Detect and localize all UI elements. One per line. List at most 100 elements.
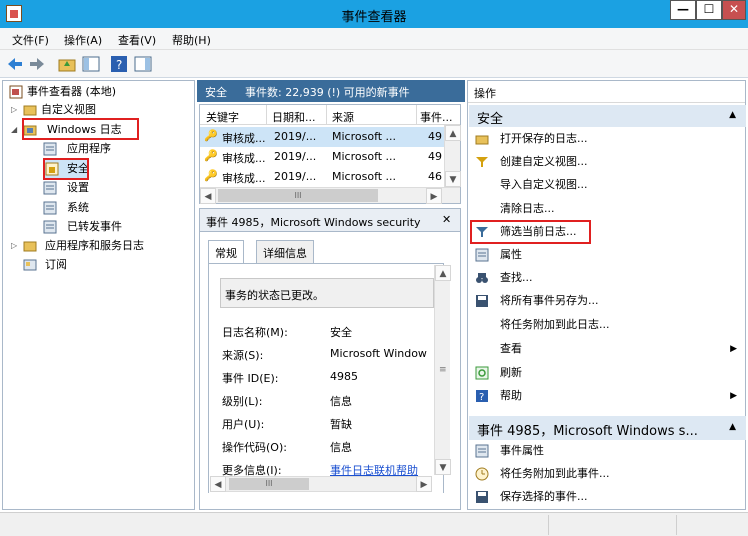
menu-action[interactable]: 操作(A) (64, 32, 102, 48)
event-list-hscroll[interactable]: ◀ III ▶ (200, 187, 460, 204)
event-list: 关键字 日期和... 来源 事件... 🔑 审核成... 2019/... Mi… (199, 104, 461, 204)
menu-help[interactable]: 帮助(H) (172, 32, 211, 48)
scroll-left-icon[interactable]: ◀ (200, 188, 216, 204)
actions-title-bar: 操作 (468, 81, 745, 103)
event-count: 事件数: 22,939 (!) 可用的新事件 (245, 86, 410, 99)
tree-label-custom-views: 自定义视图 (41, 103, 96, 116)
scroll-down-icon[interactable]: ▼ (445, 171, 461, 187)
label-log-name: 日志名称(M): (222, 326, 288, 339)
column-event-id[interactable]: 事件... (420, 109, 453, 125)
action-label: 将任务附加到此日志... (500, 318, 610, 331)
scroll-up-icon[interactable]: ▲ (445, 125, 461, 141)
scroll-left-icon[interactable]: ◀ (210, 476, 226, 492)
forward-icon[interactable] (28, 55, 46, 73)
event-message: 事务的状态已更改。 (225, 289, 324, 302)
actions-section-security[interactable]: 安全 ▲ (469, 105, 746, 127)
table-row[interactable]: 🔑 审核成... 2019/... Microsoft ... 49 (200, 127, 444, 147)
scroll-right-icon[interactable]: ▶ (416, 476, 432, 492)
action-label: 帮助 (500, 389, 522, 402)
action-refresh[interactable]: 刷新 (468, 362, 745, 384)
column-keywords[interactable]: 关键字 (206, 109, 239, 125)
maximize-button[interactable]: ☐ (696, 0, 722, 20)
menu-view[interactable]: 查看(V) (118, 32, 156, 48)
action-create-custom-view[interactable]: 创建自定义视图... (468, 151, 745, 173)
scroll-right-icon[interactable]: ▶ (426, 188, 442, 204)
tree-label-application: 应用程序 (67, 142, 111, 155)
submenu-arrow-icon: ▶ (730, 391, 737, 401)
cell-date: 2019/... (274, 170, 317, 183)
column-date[interactable]: 日期和... (272, 109, 316, 125)
task-icon (475, 467, 489, 481)
action-save-all-events-as[interactable]: 将所有事件另存为... (468, 290, 745, 312)
menu-file[interactable]: 文件(F) (12, 32, 49, 48)
back-icon[interactable] (6, 55, 24, 73)
log-header: 安全 事件数: 22,939 (!) 可用的新事件 (197, 80, 465, 102)
tree-label-setup: 设置 (67, 181, 89, 194)
collapse-icon[interactable]: ▲ (729, 110, 736, 120)
event-properties-icon (475, 444, 489, 458)
scroll-up-icon[interactable]: ▲ (435, 265, 451, 281)
action-find[interactable]: 查找... (468, 267, 745, 289)
label-opcode: 操作代码(O): (222, 441, 287, 454)
folder-up-icon[interactable] (58, 55, 76, 73)
tab-general[interactable]: 常规 (208, 240, 244, 264)
action-save-selected-events[interactable]: 保存选择的事件... (468, 486, 745, 508)
table-row[interactable]: 🔑 审核成... 2019/... Microsoft ... 49 (200, 147, 444, 167)
action-attach-task-to-log[interactable]: 将任务附加到此日志... (468, 314, 745, 336)
help-icon[interactable]: ? (110, 55, 128, 73)
event-detail-header: 事件 4985，Microsoft Windows security ✕ (199, 208, 461, 232)
log-icon (43, 201, 57, 215)
cell-event-id: 49 (428, 150, 442, 163)
cell-date: 2019/... (274, 130, 317, 143)
action-label: 创建自定义视图... (500, 155, 588, 168)
hscroll-thumb[interactable]: III (218, 189, 378, 202)
status-divider (548, 515, 549, 535)
folder-icon (23, 241, 37, 252)
action-event-properties[interactable]: 事件属性 (468, 440, 745, 462)
value-event-id: 4985 (330, 370, 358, 383)
action-open-saved-log[interactable]: 打开保存的日志... (468, 128, 745, 150)
value-user: 暂缺 (330, 418, 352, 431)
table-row[interactable]: 🔑 审核成... 2019/... Microsoft ... 46 (200, 167, 444, 187)
action-label: 导入自定义视图... (500, 178, 588, 191)
key-icon: 🔑 (204, 169, 218, 182)
action-attach-task-to-event[interactable]: 将任务附加到此事件... (468, 463, 745, 485)
scroll-down-icon[interactable]: ▼ (435, 459, 451, 475)
expand-custom-views[interactable]: ▷ (11, 105, 17, 114)
scroll-grip-icon[interactable]: ≡ (439, 365, 447, 375)
actions-section-event[interactable]: 事件 4985，Microsoft Windows s... ▲ (469, 416, 746, 440)
action-help[interactable]: ? 帮助 ▶ (468, 385, 745, 407)
cell-date: 2019/... (274, 150, 317, 163)
close-icon[interactable]: ✕ (442, 213, 451, 226)
console-tree: 事件查看器 (本地) ▷ 自定义视图 ◢ Windows 日志 应用程序 安全 … (2, 80, 195, 510)
expand-app-services[interactable]: ▷ (11, 241, 17, 250)
action-clear-log[interactable]: 清除日志... (468, 198, 745, 220)
highlight-windows-logs (22, 118, 139, 140)
toolbar: ? (0, 50, 748, 78)
tree-label-forwarded: 已转发事件 (67, 220, 122, 233)
show-hide-tree-icon[interactable] (82, 55, 100, 73)
cell-source: Microsoft ... (332, 170, 397, 183)
action-view[interactable]: 查看 ▶ (468, 338, 745, 360)
detail-vscroll[interactable]: ▲ ≡ ▼ (434, 265, 451, 475)
action-properties[interactable]: 属性 (468, 244, 745, 266)
value-log-name: 安全 (330, 326, 352, 339)
value-level: 信息 (330, 395, 352, 408)
column-source[interactable]: 来源 (332, 109, 354, 125)
label-level: 级别(L): (222, 395, 263, 408)
hscroll-thumb[interactable]: III (229, 478, 309, 490)
detail-hscroll[interactable]: ◀ III ▶ (210, 476, 432, 492)
status-bar (0, 512, 748, 536)
close-button[interactable]: ✕ (722, 0, 746, 20)
show-hide-action-pane-icon[interactable] (134, 55, 152, 73)
tree-label-root: 事件查看器 (本地) (27, 85, 117, 98)
minimize-button[interactable]: — (670, 0, 696, 20)
collapse-icon[interactable]: ▲ (729, 422, 736, 432)
section-title: 安全 (477, 112, 504, 127)
tab-details[interactable]: 详细信息 (256, 240, 314, 264)
action-import-custom-view[interactable]: 导入自定义视图... (468, 174, 745, 196)
cell-source: Microsoft ... (332, 130, 397, 143)
event-list-vscroll[interactable]: ▲ ▼ (444, 125, 461, 187)
cell-keywords: 审核成... (222, 172, 266, 185)
collapse-windows-logs[interactable]: ◢ (11, 125, 17, 134)
